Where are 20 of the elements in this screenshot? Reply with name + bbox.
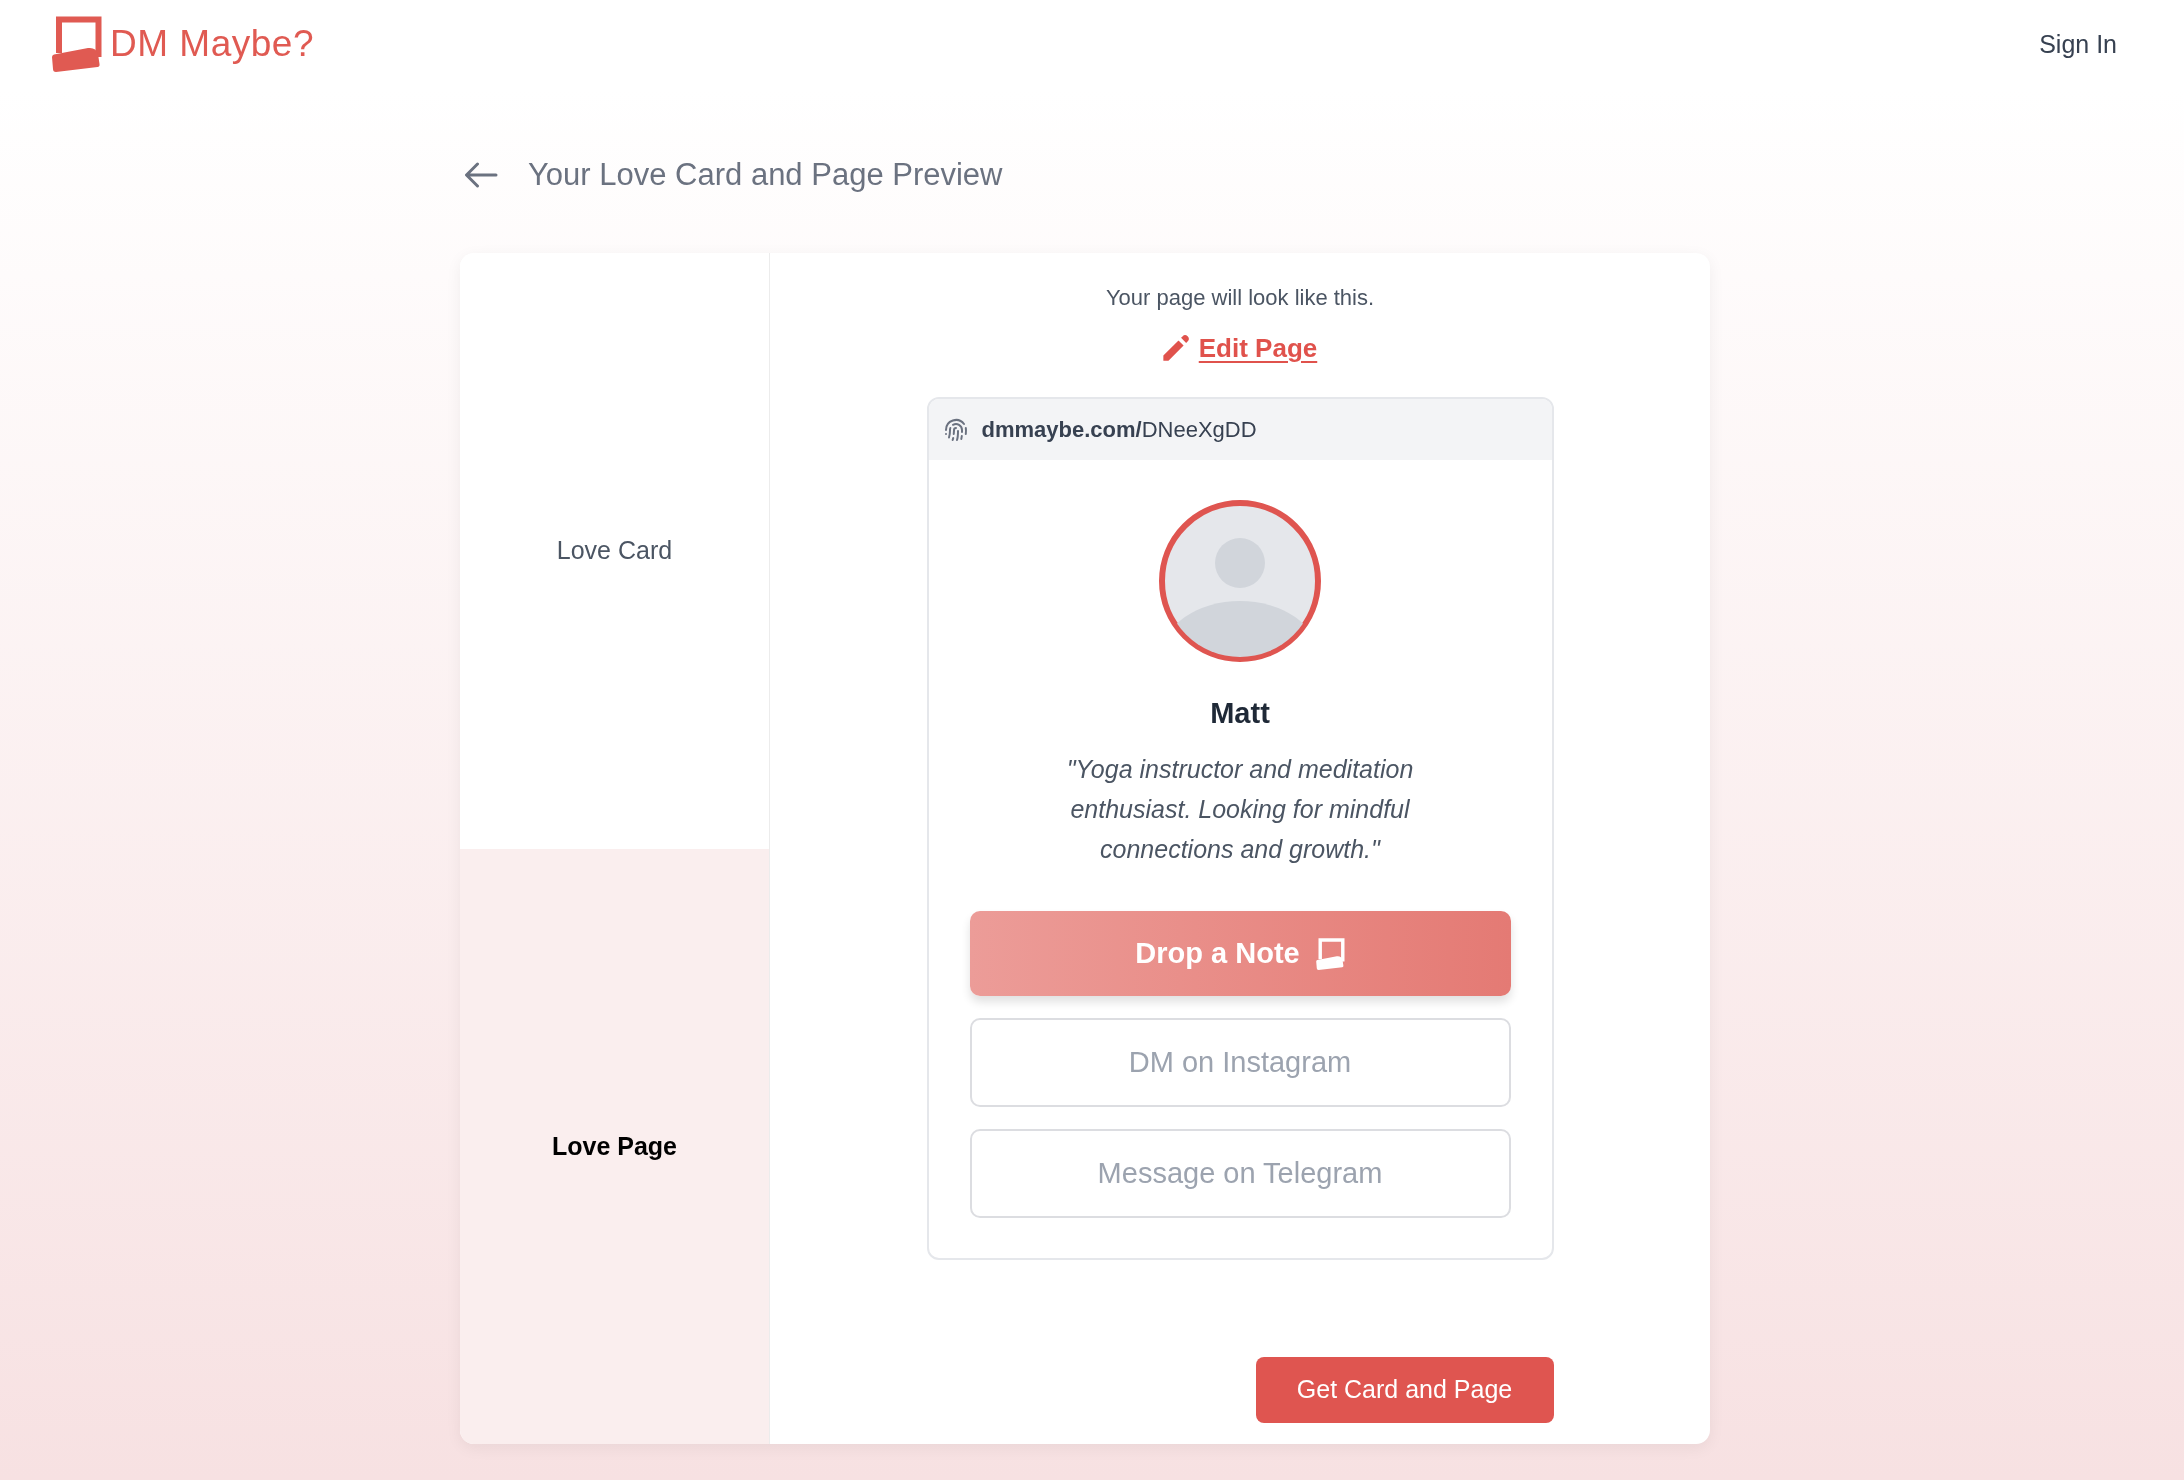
contact-button[interactable]: Message on Telegram bbox=[969, 1129, 1511, 1218]
edit-page-link[interactable]: Edit Page bbox=[1162, 331, 1318, 365]
page-url: dmmaybe.com/DNeeXgDD bbox=[981, 415, 1257, 444]
get-card-button[interactable]: Get Card and Page bbox=[1255, 1357, 1554, 1423]
logo-icon bbox=[52, 16, 102, 72]
profile-bio: "Yoga instructor and meditation enthusiast. Looking for mindful connections and growth." bbox=[1065, 754, 1415, 865]
logo-text: DM Maybe? bbox=[110, 22, 314, 66]
preview-caption: Your page will look like this. bbox=[1105, 284, 1375, 312]
avatar-silhouette-icon bbox=[1159, 500, 1321, 662]
profile-name: Matt bbox=[1210, 696, 1270, 731]
drop-note-button[interactable]: Drop a Note bbox=[969, 911, 1511, 996]
sidebar-tab[interactable]: Love Page bbox=[460, 848, 769, 1444]
sign-in-link[interactable]: Sign In bbox=[2039, 29, 2117, 59]
contact-button[interactable]: DM on Instagram bbox=[969, 1018, 1511, 1107]
pencil-icon bbox=[1162, 335, 1189, 361]
back-arrow-icon[interactable] bbox=[464, 162, 498, 188]
page-title: Your Love Card and Page Preview bbox=[528, 156, 1003, 194]
note-icon bbox=[1315, 937, 1345, 970]
sidebar-tab[interactable]: Love Card bbox=[460, 253, 769, 849]
fingerprint-icon bbox=[943, 417, 968, 442]
